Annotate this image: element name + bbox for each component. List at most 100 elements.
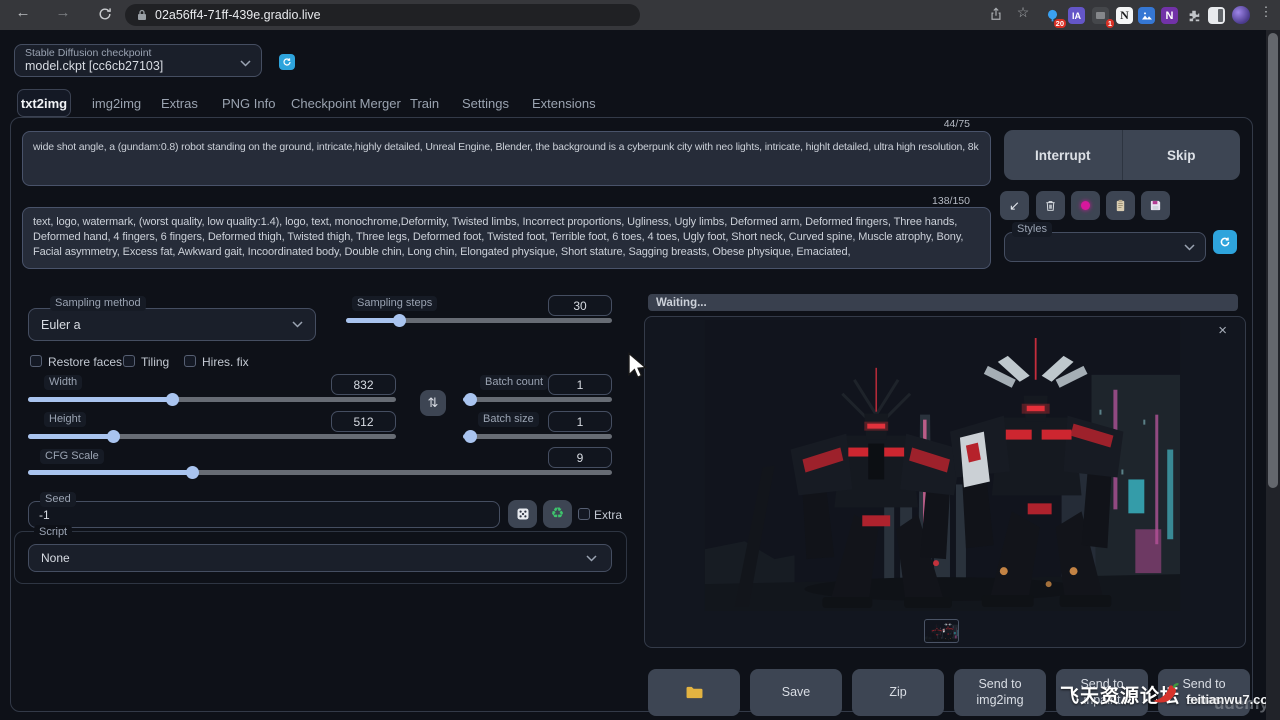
hires-fix-label: Hires. fix bbox=[202, 355, 249, 369]
restore-faces-label: Restore faces bbox=[48, 355, 122, 369]
sidebar-toggle-icon[interactable] bbox=[1208, 7, 1225, 24]
extension-ia-icon[interactable]: IA bbox=[1068, 7, 1085, 24]
tab-png-info[interactable]: PNG Info bbox=[222, 96, 275, 111]
script-dropdown[interactable]: None bbox=[28, 544, 612, 572]
forward-icon[interactable]: → bbox=[52, 4, 74, 21]
prompt-counter: 44/75 bbox=[880, 118, 970, 130]
gallery-panel: × bbox=[644, 316, 1246, 648]
height-input[interactable] bbox=[331, 411, 396, 432]
scrollbar bbox=[1266, 30, 1280, 720]
tab-checkpoint-merger[interactable]: Checkpoint Merger bbox=[291, 96, 401, 111]
batch-count-label: Batch count bbox=[480, 375, 548, 390]
tab-extensions[interactable]: Extensions bbox=[532, 96, 596, 111]
apply-style-button[interactable] bbox=[1106, 191, 1135, 220]
tab-settings[interactable]: Settings bbox=[462, 96, 509, 111]
extra-seed-label: Extra bbox=[594, 508, 622, 522]
sampling-steps-input[interactable] bbox=[548, 295, 612, 316]
folder-icon bbox=[685, 685, 704, 700]
progress-bar: Waiting... bbox=[648, 294, 1238, 311]
profile-avatar[interactable] bbox=[1232, 6, 1250, 24]
random-seed-button[interactable] bbox=[508, 500, 537, 528]
script-label: Script bbox=[34, 525, 72, 540]
script-value: None bbox=[41, 551, 70, 565]
tab-txt2img[interactable]: txt2img bbox=[17, 89, 71, 117]
chevron-down-icon bbox=[586, 555, 597, 562]
sampling-method-dropdown[interactable]: Euler a bbox=[28, 308, 316, 341]
scrollbar-thumb[interactable] bbox=[1268, 33, 1278, 488]
arrow-down-left-icon: ↙ bbox=[1009, 198, 1020, 214]
styles-label: Styles bbox=[1012, 222, 1052, 237]
hires-fix-checkbox[interactable] bbox=[184, 355, 196, 367]
height-slider[interactable] bbox=[28, 434, 396, 439]
reload-icon[interactable] bbox=[94, 7, 116, 25]
chevron-down-icon bbox=[240, 60, 251, 67]
tiling-label: Tiling bbox=[141, 355, 169, 369]
chili-icon bbox=[1148, 680, 1182, 706]
batch-size-label: Batch size bbox=[478, 412, 539, 427]
bookmark-star-icon[interactable]: ☆ bbox=[1012, 4, 1034, 21]
width-input[interactable] bbox=[331, 374, 396, 395]
clear-prompt-button[interactable] bbox=[1036, 191, 1065, 220]
share-icon[interactable] bbox=[985, 7, 1007, 25]
batch-count-slider[interactable] bbox=[463, 397, 612, 402]
floppy-icon bbox=[1149, 199, 1162, 212]
save-button[interactable]: Save bbox=[750, 669, 842, 716]
clipboard-icon bbox=[1114, 199, 1127, 212]
url-text: 02a56ff4-71ff-439e.gradio.live bbox=[155, 8, 321, 22]
send-to-img2img-button[interactable]: Send to img2img bbox=[954, 669, 1046, 716]
batch-size-slider[interactable] bbox=[463, 434, 612, 439]
progress-status-text: Waiting... bbox=[656, 297, 707, 309]
tab-train[interactable]: Train bbox=[410, 96, 439, 111]
zip-button[interactable]: Zip bbox=[852, 669, 944, 716]
open-folder-button[interactable] bbox=[648, 669, 740, 716]
height-label: Height bbox=[44, 412, 86, 427]
prompt-textarea[interactable]: wide shot angle, a (gundam:0.8) robot st… bbox=[22, 131, 991, 186]
extension-image-icon[interactable] bbox=[1138, 7, 1155, 24]
tab-img2img[interactable]: img2img bbox=[92, 96, 141, 111]
generated-image[interactable] bbox=[704, 320, 1181, 611]
negative-prompt-textarea[interactable]: text, logo, watermark, (worst quality, l… bbox=[22, 207, 991, 269]
sampling-steps-label: Sampling steps bbox=[352, 296, 437, 311]
styles-refresh-button[interactable] bbox=[1213, 230, 1237, 254]
swap-dimensions-button[interactable]: ⇅ bbox=[420, 390, 446, 416]
extra-networks-button[interactable] bbox=[1071, 191, 1100, 220]
skip-button[interactable]: Skip bbox=[1123, 130, 1241, 180]
cfg-scale-label: CFG Scale bbox=[40, 449, 104, 464]
seed-input[interactable] bbox=[28, 501, 500, 528]
width-slider[interactable] bbox=[28, 397, 396, 402]
batch-count-input[interactable] bbox=[548, 374, 612, 395]
chevron-down-icon bbox=[1184, 244, 1195, 251]
browser-menu-icon[interactable]: ⋮ bbox=[1255, 4, 1277, 20]
sampling-method-value: Euler a bbox=[41, 318, 81, 332]
batch-size-input[interactable] bbox=[548, 411, 612, 432]
extension-onenote-icon[interactable]: N bbox=[1161, 7, 1178, 24]
screen: ← → 02a56ff4-71ff-439e.gradio.live ☆ 20 … bbox=[0, 0, 1280, 720]
seed-label: Seed bbox=[40, 492, 76, 507]
generate-button-group: Interrupt Skip bbox=[1004, 130, 1240, 180]
extension-pin-icon[interactable]: 20 bbox=[1044, 7, 1061, 24]
checkpoint-dropdown[interactable]: Stable Diffusion checkpoint model.ckpt [… bbox=[14, 44, 262, 77]
checkpoint-label: Stable Diffusion checkpoint bbox=[25, 47, 151, 59]
extension-messages-icon[interactable]: 1 bbox=[1092, 7, 1109, 24]
paste-params-button[interactable]: ↙ bbox=[1000, 191, 1029, 220]
reuse-seed-button[interactable]: ♻ bbox=[543, 500, 572, 528]
tab-extras[interactable]: Extras bbox=[161, 96, 198, 111]
tiling-checkbox[interactable] bbox=[123, 355, 135, 367]
sampling-steps-slider[interactable] bbox=[346, 318, 612, 323]
cfg-scale-slider[interactable] bbox=[28, 470, 612, 475]
extra-seed-checkbox[interactable] bbox=[578, 508, 590, 520]
recycle-icon: ♻ bbox=[551, 505, 564, 524]
checkpoint-refresh-button[interactable] bbox=[279, 54, 295, 70]
cfg-scale-input[interactable] bbox=[548, 447, 612, 468]
extension-notion-icon[interactable]: N bbox=[1116, 7, 1133, 24]
address-bar[interactable]: 02a56ff4-71ff-439e.gradio.live bbox=[125, 4, 640, 26]
close-gallery-icon[interactable]: × bbox=[1218, 323, 1227, 338]
gallery-thumbnail[interactable] bbox=[925, 620, 958, 642]
interrupt-button[interactable]: Interrupt bbox=[1004, 130, 1123, 180]
dice-icon bbox=[516, 507, 530, 521]
extensions-puzzle-icon[interactable] bbox=[1185, 7, 1202, 24]
back-icon[interactable]: ← bbox=[12, 4, 34, 21]
restore-faces-checkbox[interactable] bbox=[30, 355, 42, 367]
width-label: Width bbox=[44, 375, 82, 390]
save-style-button[interactable] bbox=[1141, 191, 1170, 220]
